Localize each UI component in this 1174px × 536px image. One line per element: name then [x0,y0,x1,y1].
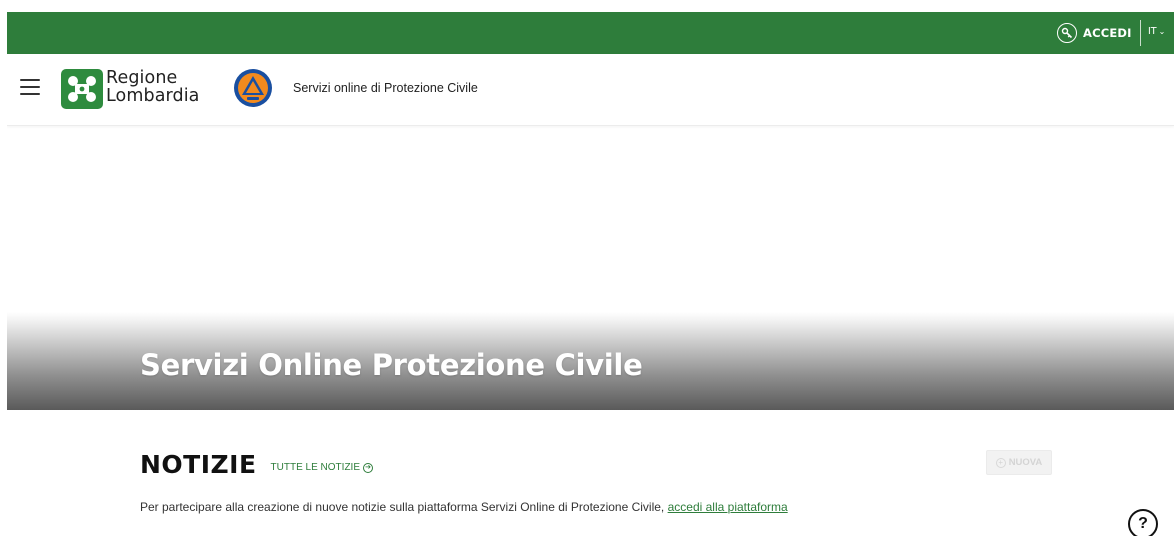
arrow-circle-right-icon: ➔ [363,462,373,473]
hamburger-menu-icon[interactable] [20,79,40,95]
logo-line-regione: Regione [106,68,178,88]
help-icon[interactable]: ? [1128,509,1158,536]
news-description-text: Per partecipare alla creazione di nuove … [140,500,668,514]
all-news-link[interactable]: TUTTE LE NOTIZIE ➔ [271,462,373,473]
language-select[interactable]: IT ⌄ [1148,26,1165,37]
news-section-header: NOTIZIE TUTTE LE NOTIZIE ➔ [140,450,373,479]
site-header: Regione Lombardia Servizi online di Prot… [7,54,1174,126]
login-button[interactable]: ACCEDI [1057,22,1132,44]
new-button-label: NUOVA [1008,457,1043,468]
login-label: ACCEDI [1083,26,1132,40]
hero-banner: Servizi Online Protezione Civile [7,312,1174,410]
language-divider [1140,20,1141,46]
regione-lombardia-logo-icon[interactable] [61,69,103,109]
news-description: Per partecipare alla creazione di nuove … [140,500,788,514]
protezione-civile-logo-icon [234,69,272,107]
all-news-label: TUTTE LE NOTIZIE [270,462,360,473]
help-label: ? [1138,515,1148,532]
top-bar: ACCEDI IT ⌄ [7,12,1174,54]
service-title: Servizi online di Protezione Civile [293,81,478,95]
plus-circle-icon: + [995,457,1006,468]
logo-line-lombardia: Lombardia [106,86,200,106]
new-news-button[interactable]: + NUOVA [986,450,1052,475]
chevron-down-icon: ⌄ [1158,27,1166,36]
key-icon [1057,23,1077,43]
page: ACCEDI IT ⌄ Regione Lombardia Servizi on… [7,12,1174,536]
news-title: NOTIZIE [140,450,257,479]
regione-lombardia-wordmark[interactable]: Regione Lombardia [106,69,200,105]
hero-title: Servizi Online Protezione Civile [140,348,643,382]
login-link[interactable]: accedi alla piattaforma [668,500,788,514]
language-label: IT [1148,26,1157,37]
